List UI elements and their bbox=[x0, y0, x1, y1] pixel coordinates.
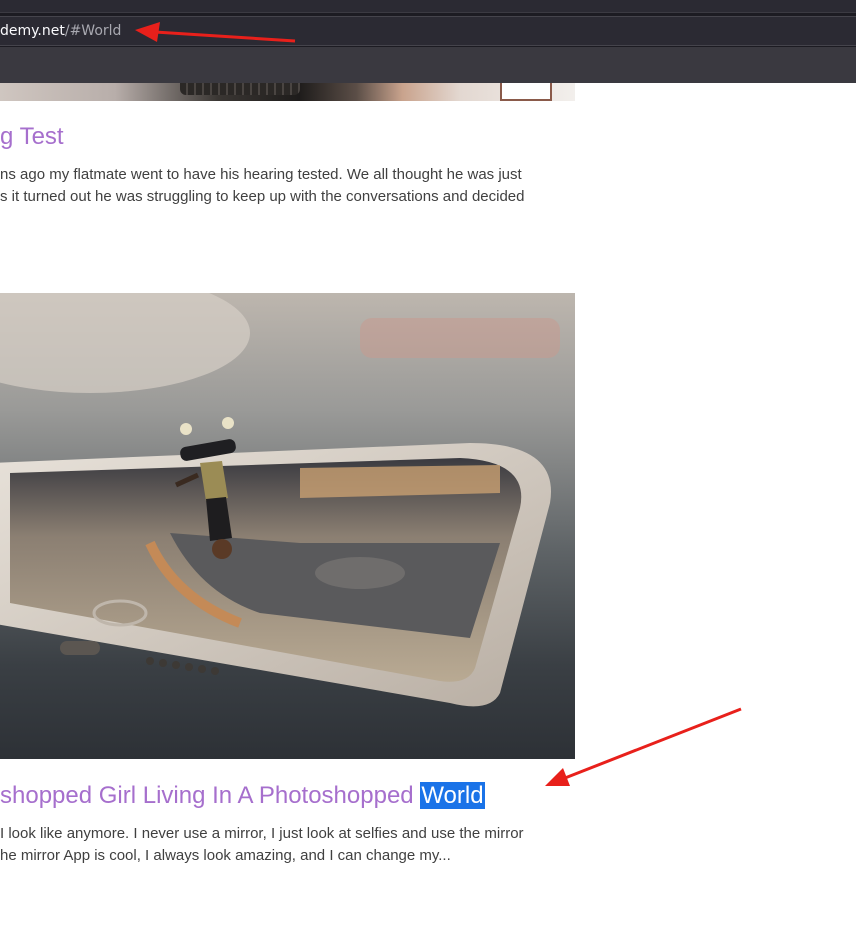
notebook-graphic bbox=[500, 83, 552, 101]
url-text[interactable]: demy.net/#World bbox=[0, 23, 121, 39]
excerpt-line: ns ago my flatmate went to have his hear… bbox=[0, 166, 522, 183]
keyboard-graphic bbox=[180, 83, 300, 95]
post-excerpt-1: ns ago my flatmate went to have his hear… bbox=[0, 164, 575, 208]
post-title-prefix: shopped Girl Living In A Photoshopped bbox=[0, 782, 421, 809]
search-match-highlight: World bbox=[420, 782, 485, 809]
post-thumbnail-1[interactable] bbox=[0, 83, 575, 101]
url-host: demy.net bbox=[0, 23, 65, 39]
post-thumbnail-2[interactable] bbox=[0, 293, 575, 759]
post-title-2[interactable]: shopped Girl Living In A Photoshopped Wo… bbox=[0, 782, 485, 810]
excerpt-line: s it turned out he was struggling to kee… bbox=[0, 188, 525, 205]
bookmarks-toolbar bbox=[0, 47, 856, 83]
excerpt-line: I look like anymore. I never use a mirro… bbox=[0, 825, 524, 842]
navigation-bar: demy.net/#World bbox=[0, 13, 856, 47]
address-bar[interactable]: demy.net/#World bbox=[0, 16, 856, 46]
excerpt-line: he mirror App is cool, I always look ama… bbox=[0, 847, 451, 864]
post-title-1[interactable]: g Test bbox=[0, 123, 64, 151]
browser-tab-strip bbox=[0, 0, 856, 13]
url-hash: /#World bbox=[64, 23, 122, 39]
post-excerpt-2: I look like anymore. I never use a mirro… bbox=[0, 823, 575, 867]
phone-skateboarder-illustration bbox=[0, 293, 560, 707]
